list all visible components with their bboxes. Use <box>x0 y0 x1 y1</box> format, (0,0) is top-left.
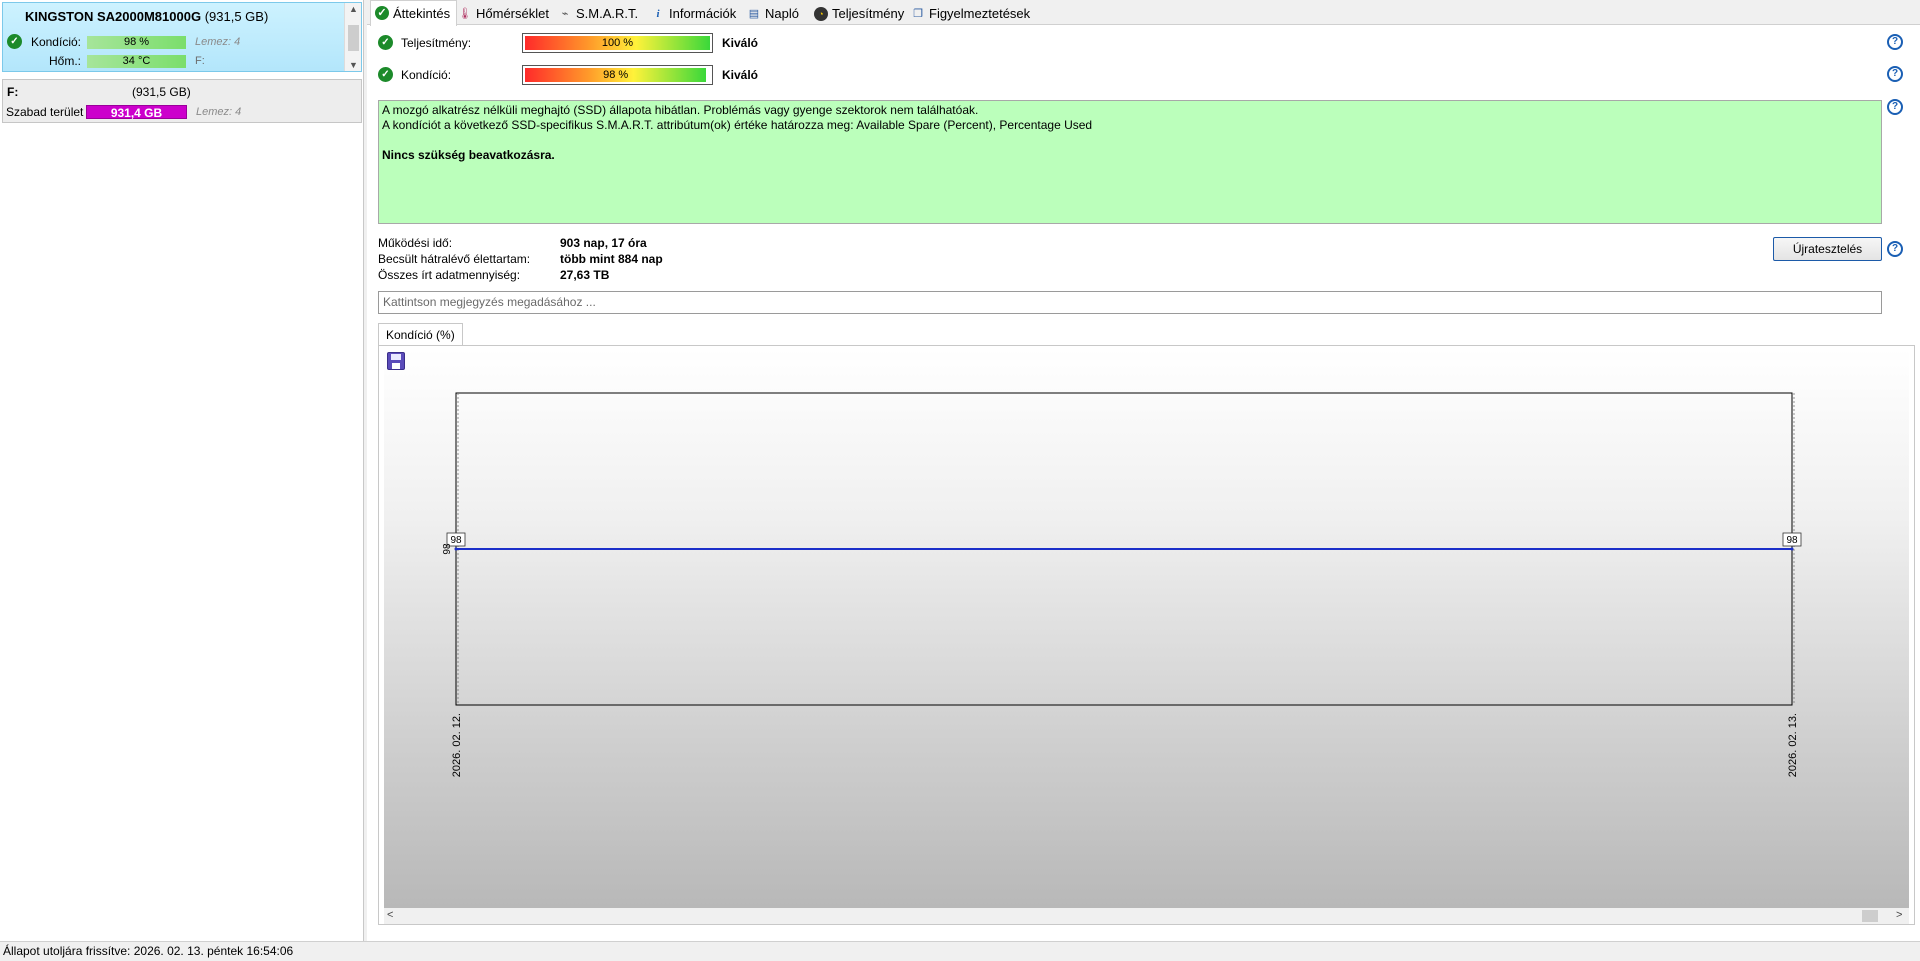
tab-temperature[interactable]: 🌡 Hőmérséklet <box>454 2 555 25</box>
tab-label: Információk <box>669 6 737 21</box>
tab-label: Áttekintés <box>393 6 451 21</box>
tab-label: S.M.A.R.T. <box>576 6 639 21</box>
tab-log[interactable]: ▤ Napló <box>743 2 805 25</box>
thermometer-icon: 🌡 <box>458 8 472 20</box>
tab-label: Hőmérséklet <box>476 6 549 21</box>
help-icon[interactable]: ? <box>1887 66 1903 82</box>
smart-icon: ⌁ <box>561 8 569 20</box>
disk-size: (931,5 GB) <box>204 9 269 24</box>
health-rating: Kiváló <box>722 68 759 82</box>
x-tick-label: 2026. 02. 13. <box>1787 713 1799 777</box>
disk-temp-bar: 34 °C <box>87 55 186 68</box>
remaining-life-label: Becsült hátralévő élettartam: <box>378 252 531 266</box>
status-line: A mozgó alkatrész nélküli meghajtó (SSD)… <box>382 103 979 117</box>
chart-scrollbar[interactable]: < > <box>384 908 1909 924</box>
status-bar: Állapot utoljára frissítve: 2026. 02. 13… <box>0 941 1920 961</box>
scroll-thumb[interactable] <box>348 25 359 51</box>
disk-health-bar: 98 % <box>87 36 186 49</box>
check-circle-icon: ✓ <box>378 35 393 50</box>
free-space-bar: 931,4 GB <box>86 105 187 120</box>
volume-card[interactable]: F: (931,5 GB) Szabad terület 931,4 GB Le… <box>2 79 362 123</box>
gauge-icon: ◔ <box>814 7 828 21</box>
performance-rating: Kiváló <box>722 36 759 50</box>
disk-title: KINGSTON SA2000M81000G (931,5 GB) <box>25 9 268 24</box>
scroll-left-icon[interactable]: < <box>387 909 393 921</box>
scroll-thumb[interactable] <box>1862 910 1878 922</box>
tab-health-chart[interactable]: Kondíció (%) <box>378 323 463 346</box>
help-icon[interactable]: ? <box>1887 99 1903 115</box>
total-written-value: 27,63 TB <box>560 268 610 282</box>
tab-info[interactable]: i Információk <box>647 2 742 25</box>
performance-label: Teljesítmény: <box>401 36 472 50</box>
tab-label: Figyelmeztetések <box>929 6 1031 21</box>
main-pane: ✓ Áttekintés 🌡 Hőmérséklet ⌁ S.M.A.R.T. … <box>367 0 1920 941</box>
health-bar: 98 % <box>522 65 713 85</box>
health-bar-fill: 98 % <box>525 68 707 82</box>
performance-bar-fill: 100 % <box>525 36 710 50</box>
disk-card[interactable]: KINGSTON SA2000M81000G (931,5 GB) ✓ Kond… <box>2 2 362 72</box>
tab-bar: ✓ Áttekintés 🌡 Hőmérséklet ⌁ S.M.A.R.T. … <box>367 0 1920 26</box>
volume-size: (931,5 GB) <box>132 85 191 99</box>
status-recommendation: Nincs szükség beavatkozásra. <box>382 148 555 162</box>
data-label: 98 <box>1786 535 1798 546</box>
free-space-label: Szabad terület <box>6 105 84 119</box>
health-label: Kondíció: <box>401 68 452 82</box>
retest-button[interactable]: Újratesztelés <box>1773 237 1882 261</box>
disk-health-row: ✓ Kondíció: 98 % Lemez: 4 <box>3 34 343 50</box>
check-circle-icon: ✓ <box>378 67 393 82</box>
scroll-up-icon[interactable]: ▲ <box>345 4 362 14</box>
health-chart: 98 98982026. 02. 12. 2026. 02. 13. <box>442 392 1802 777</box>
health-row: ✓ Kondíció: 98 % Kiváló <box>378 65 778 85</box>
disk-list-pane: KINGSTON SA2000M81000G (931,5 GB) ✓ Kond… <box>0 0 364 941</box>
disk-name: KINGSTON SA2000M81000G <box>25 9 202 24</box>
help-icon[interactable]: ? <box>1887 34 1903 50</box>
log-icon: ▤ <box>748 8 760 20</box>
disk-health-disk: Lemez: 4 <box>195 36 241 48</box>
performance-bar: 100 % <box>522 33 713 53</box>
y-tick-label: 98 <box>442 543 453 555</box>
chart-panel: 98 98 98 2026. 02. 12. 2026. 02. 13. < > <box>378 345 1915 925</box>
volume-disk: Lemez: 4 <box>196 106 242 118</box>
check-circle-icon: ✓ <box>7 34 22 49</box>
help-icon[interactable]: ? <box>1887 241 1903 257</box>
data-point <box>1790 547 1794 551</box>
scroll-down-icon[interactable]: ▼ <box>345 60 362 70</box>
disk-temp-row: Hőm.: 34 °C F: <box>3 53 343 69</box>
remaining-life-value: több mint 884 nap <box>560 252 663 266</box>
data-point <box>454 547 458 551</box>
scroll-right-icon[interactable]: > <box>1896 909 1902 921</box>
performance-row: ✓ Teljesítmény: 100 % Kiváló <box>378 33 778 53</box>
disk-list-scrollbar[interactable]: ▲ ▼ <box>344 3 361 71</box>
tab-performance[interactable]: ◔ Teljesítmény <box>810 2 910 25</box>
disk-health-label: Kondíció: <box>30 35 81 49</box>
tab-overview[interactable]: ✓ Áttekintés <box>370 0 458 26</box>
check-circle-icon: ✓ <box>375 6 389 20</box>
x-tick-label: 2026. 02. 12. <box>451 713 463 777</box>
tab-label: Napló <box>765 6 799 21</box>
health-status-text: A mozgó alkatrész nélküli meghajtó (SSD)… <box>378 100 1882 224</box>
chart-area: 98 98 98 2026. 02. 12. 2026. 02. 13. <box>384 349 1909 909</box>
volume-letter: F: <box>7 85 19 99</box>
power-on-value: 903 nap, 17 óra <box>560 236 647 250</box>
info-icon: i <box>656 8 660 20</box>
tab-alerts[interactable]: ❐ Figyelmeztetések <box>907 2 1036 25</box>
power-on-label: Működési idő: <box>378 236 453 250</box>
alerts-icon: ❐ <box>913 8 923 20</box>
disk-temp-label: Hőm.: <box>48 54 81 68</box>
status-line: A kondíciót a következő SSD-specifikus S… <box>382 118 1093 132</box>
tab-label: Teljesítmény <box>832 6 905 21</box>
note-input[interactable]: Kattintson megjegyzés megadásához ... <box>378 291 1882 314</box>
disk-temp-drive: F: <box>195 55 205 67</box>
total-written-label: Összes írt adatmennyiség: <box>378 268 521 282</box>
tab-smart[interactable]: ⌁ S.M.A.R.T. <box>554 2 644 25</box>
